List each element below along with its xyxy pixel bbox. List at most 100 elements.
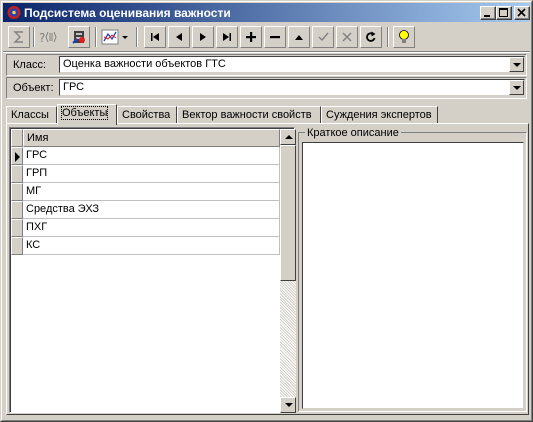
sum-icon <box>13 31 23 43</box>
chevron-down-icon[interactable] <box>509 80 524 95</box>
nav-next-button[interactable] <box>192 26 214 48</box>
app-icon[interactable] <box>6 5 22 20</box>
main-window: Подсистема оценивания важности ? Класс: … <box>0 0 533 422</box>
table-cell[interactable]: ГРС <box>23 147 280 165</box>
nav-post-button[interactable] <box>312 26 334 48</box>
nav-delete-icon <box>270 36 280 39</box>
class-combobox[interactable]: Оценка важности объектов ГТС <box>59 56 525 73</box>
description-legend: Краткое описание <box>305 127 401 139</box>
toolbar-separator <box>136 27 138 47</box>
nav-insert-button[interactable] <box>240 26 262 48</box>
tools-icon <box>72 31 85 44</box>
nav-next-icon <box>200 33 206 41</box>
chart-dropdown-icon <box>101 29 128 45</box>
chevron-down-icon[interactable] <box>509 57 524 72</box>
tab-expert-judgments-label: Суждения экспертов <box>326 109 432 121</box>
close-button[interactable] <box>514 6 530 20</box>
grid-header: Имя <box>11 129 280 147</box>
nav-prior-button[interactable] <box>168 26 190 48</box>
current-row-arrow-icon <box>15 152 20 162</box>
table-cell[interactable]: Средства ЭХЗ <box>23 201 280 219</box>
nav-edit-button[interactable] <box>288 26 310 48</box>
table-cell[interactable]: ГРП <box>23 165 280 183</box>
class-value: Оценка важности объектов ГТС <box>63 58 226 70</box>
nav-first-button[interactable] <box>144 26 166 48</box>
table-cell[interactable]: КС <box>23 237 280 255</box>
tab-expert-judgments[interactable]: Суждения экспертов <box>321 106 438 124</box>
row-indicator[interactable] <box>11 183 23 201</box>
class-label: Класс: <box>13 59 46 71</box>
row-indicator[interactable] <box>11 165 23 183</box>
lightbulb-icon <box>399 30 409 43</box>
nav-last-button[interactable] <box>216 26 238 48</box>
row-indicator[interactable] <box>11 219 23 237</box>
scroll-down-button[interactable] <box>280 397 296 413</box>
table-row[interactable]: МГ <box>11 183 280 201</box>
toolbar-separator <box>33 27 35 47</box>
table-cell[interactable]: МГ <box>23 183 280 201</box>
toolbar-separator <box>387 27 389 47</box>
maximize-button[interactable] <box>496 6 512 20</box>
tab-properties[interactable]: Свойства <box>117 106 177 124</box>
nav-first-icon <box>151 33 159 41</box>
table-row[interactable]: ПХГ <box>11 219 280 237</box>
row-indicator[interactable] <box>11 237 23 255</box>
objects-grid[interactable]: Имя ГРС ГРП МГ Средства ЭХЗ ПХГ КС <box>9 127 296 413</box>
toolbar-separator <box>95 27 97 47</box>
nav-cancel-icon <box>342 32 352 42</box>
object-combobox[interactable]: ГРС <box>59 79 525 96</box>
nav-insert-icon <box>246 32 256 42</box>
table-cell[interactable]: ПХГ <box>23 219 280 237</box>
tab-properties-label: Свойства <box>122 109 171 121</box>
tools-button[interactable] <box>68 26 90 48</box>
chart-dropdown-button[interactable] <box>100 26 130 48</box>
minimize-button[interactable] <box>480 6 496 20</box>
toolbar: ? <box>4 24 529 50</box>
toolbar-divider <box>3 51 530 53</box>
grid-frame: Имя ГРС ГРП МГ Средства ЭХЗ ПХГ КС <box>10 128 296 413</box>
sum-button[interactable] <box>8 26 30 48</box>
column-header-name[interactable]: Имя <box>23 129 280 147</box>
nav-last-icon <box>223 33 231 41</box>
tab-classes[interactable]: Классы <box>6 106 57 124</box>
window-title: Подсистема оценивания важности <box>24 6 231 20</box>
description-memo[interactable] <box>302 142 524 409</box>
expert-query-button[interactable]: ? <box>37 26 59 48</box>
object-row: Объект: ГРС <box>4 77 529 99</box>
table-row[interactable]: КС <box>11 237 280 255</box>
nav-refresh-button[interactable] <box>360 26 382 48</box>
nav-refresh-icon <box>366 31 376 42</box>
nav-post-icon <box>318 32 329 42</box>
nav-edit-icon <box>295 35 303 40</box>
object-label: Объект: <box>13 82 54 94</box>
maximize-icon <box>499 8 508 17</box>
minimize-icon <box>484 15 490 17</box>
table-row[interactable]: ГРП <box>11 165 280 183</box>
title-bar[interactable]: Подсистема оценивания важности <box>3 3 530 22</box>
row-indicator[interactable] <box>11 201 23 219</box>
scroll-up-button[interactable] <box>280 129 296 145</box>
expert-query-icon: ? <box>39 31 57 45</box>
svg-text:?: ? <box>39 31 45 45</box>
tab-objects[interactable]: Объекты <box>57 104 117 125</box>
tab-objects-label: Объекты <box>60 106 109 120</box>
vertical-scrollbar[interactable] <box>280 129 296 413</box>
nav-cancel-button[interactable] <box>336 26 358 48</box>
tab-importance-vector-label: Вектор важности свойств <box>182 109 312 121</box>
tab-classes-label: Классы <box>11 109 49 121</box>
tab-strip: Классы Объекты Свойства Вектор важности … <box>6 104 531 125</box>
header-indicator <box>11 129 23 147</box>
object-value: ГРС <box>63 81 85 93</box>
tab-importance-vector[interactable]: Вектор важности свойств <box>177 106 321 124</box>
close-icon <box>517 8 526 17</box>
arrow-down-icon <box>285 403 293 407</box>
lightbulb-button[interactable] <box>393 26 415 48</box>
nav-prior-icon <box>176 33 182 41</box>
class-row: Класс: Оценка важности объектов ГТС <box>4 54 529 76</box>
row-indicator[interactable] <box>11 147 23 165</box>
table-row[interactable]: Средства ЭХЗ <box>11 201 280 219</box>
scroll-thumb[interactable] <box>280 145 296 281</box>
nav-delete-button[interactable] <box>264 26 286 48</box>
table-row[interactable]: ГРС <box>11 147 280 165</box>
arrow-up-icon <box>285 135 293 139</box>
